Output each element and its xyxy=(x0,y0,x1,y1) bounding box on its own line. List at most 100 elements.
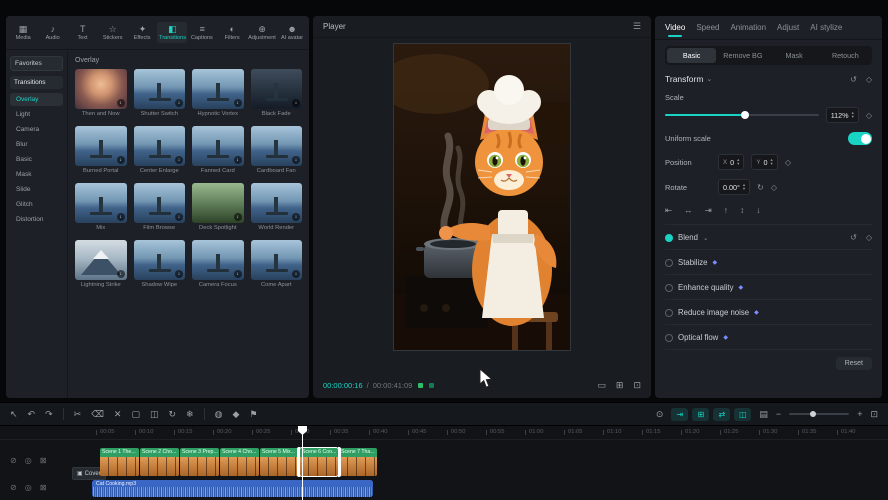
auto-snap-button[interactable]: ⊞ xyxy=(692,408,709,421)
media-tab-effects[interactable]: ✦Effects xyxy=(128,22,158,43)
delete-left-icon[interactable]: ⌫ xyxy=(91,409,104,420)
sidebar-item-favorites[interactable]: Favorites xyxy=(10,56,63,71)
tab-speed[interactable]: Speed xyxy=(696,17,719,38)
reset-icon[interactable]: ↺ xyxy=(850,233,857,242)
hide-icon[interactable]: ◎ xyxy=(25,456,32,465)
align-top-icon[interactable]: ↑ xyxy=(724,205,728,216)
transition-item-shadow-wipe[interactable]: ↓Shadow Wipe xyxy=(134,240,186,288)
clip-scene-7-tha[interactable]: Scene 7 Tha... xyxy=(339,448,377,476)
mask-icon[interactable]: ◍ xyxy=(215,409,223,420)
uniform-scale-toggle[interactable] xyxy=(848,132,872,145)
tab-animation[interactable]: Animation xyxy=(730,17,766,38)
mute-icon[interactable]: ⊘ xyxy=(10,483,17,492)
transition-item-camera-focus[interactable]: ↓Camera Focus xyxy=(192,240,244,288)
zoom-out-icon[interactable]: − xyxy=(776,409,781,419)
link-button[interactable]: ⇄ xyxy=(713,408,730,421)
transition-item-mix[interactable]: ↓Mix xyxy=(75,183,127,231)
fullscreen-icon[interactable]: ⊡ xyxy=(633,380,641,391)
media-tab-transitions[interactable]: ◧Transitions xyxy=(157,22,187,43)
section-reduce-image-noise[interactable]: Reduce image noise◆ xyxy=(665,299,872,324)
download-icon[interactable]: ↓ xyxy=(292,270,300,278)
transition-item-lightning-strike[interactable]: ↓Lightning Strike xyxy=(75,240,127,288)
clip-scene-3-prep[interactable]: Scene 3 Prep... xyxy=(180,448,219,476)
keyframe-icon[interactable]: ◇ xyxy=(866,111,872,120)
keyframe-icon[interactable]: ◆ xyxy=(232,409,239,420)
preview-button[interactable]: ◫ xyxy=(734,408,751,421)
video-preview[interactable] xyxy=(394,44,570,350)
download-icon[interactable]: ↓ xyxy=(175,213,183,221)
clip-scene-5-mix[interactable]: Scene 5 Mix... xyxy=(260,448,299,476)
unchecked-circle-icon[interactable] xyxy=(665,284,673,292)
download-icon[interactable]: ↓ xyxy=(175,156,183,164)
grid-icon[interactable]: ⊞ xyxy=(616,380,624,391)
subtab-retouch[interactable]: Retouch xyxy=(821,48,870,63)
media-tab-media[interactable]: ▦Media xyxy=(8,22,38,43)
fit-timeline-icon[interactable]: ⊡ xyxy=(870,409,878,420)
align-bottom-icon[interactable]: ↓ xyxy=(756,205,760,216)
voiceover-mic-icon[interactable]: ⊙ xyxy=(656,409,664,420)
transform-title[interactable]: Transform xyxy=(665,74,703,84)
section-optical-flow[interactable]: Optical flow◆ xyxy=(665,324,872,349)
media-tab-audio[interactable]: ♪Audio xyxy=(38,22,68,43)
download-icon[interactable]: ↓ xyxy=(117,99,125,107)
align-center-horizontal-icon[interactable]: ↔ xyxy=(684,205,693,216)
download-icon[interactable]: ↓ xyxy=(117,156,125,164)
lock-icon[interactable]: ⊠ xyxy=(40,456,47,465)
marker-icon[interactable]: ⚑ xyxy=(249,409,257,420)
keyframe-icon[interactable]: ◇ xyxy=(771,183,777,192)
sidebar-item-basic[interactable]: Basic xyxy=(10,153,63,166)
mute-icon[interactable]: ⊘ xyxy=(10,456,17,465)
download-icon[interactable]: ↓ xyxy=(292,156,300,164)
clip-scene-2-cho[interactable]: Scene 2 Cho... xyxy=(140,448,179,476)
clip-scene-6-coo[interactable]: Scene 6 Coo... xyxy=(300,448,338,476)
zoom-in-icon[interactable]: + xyxy=(857,409,862,419)
main-track-button[interactable]: ⇥ xyxy=(671,408,688,421)
freeze-frame-icon[interactable]: ❄ xyxy=(186,409,194,420)
keyframe-icon[interactable]: ◇ xyxy=(866,233,872,242)
transition-item-cardboard-fan[interactable]: ↓Cardboard Fan xyxy=(251,126,303,174)
rotate-icon[interactable]: ↻ xyxy=(169,409,177,420)
download-icon[interactable]: ↓ xyxy=(234,270,242,278)
transition-item-then-and-now[interactable]: ↓Then and Now xyxy=(75,69,127,117)
media-tab-captions[interactable]: ≡Captions xyxy=(187,22,217,43)
monitor-icon[interactable]: ▤ xyxy=(759,409,768,420)
tab-video[interactable]: Video xyxy=(665,17,685,38)
tab-adjust[interactable]: Adjust xyxy=(777,17,799,38)
transition-item-come-apart[interactable]: ↓Come Apart xyxy=(251,240,303,288)
timeline-zoom-slider[interactable] xyxy=(789,409,849,419)
transition-item-film-browse[interactable]: ↓Film Browse xyxy=(134,183,186,231)
media-tab-stickers[interactable]: ☆Stickers xyxy=(98,22,128,43)
split-icon[interactable]: ✂ xyxy=(74,409,82,420)
transition-item-center-enlarge[interactable]: ↓Center Enlarge xyxy=(134,126,186,174)
reset-button[interactable]: Reset xyxy=(836,357,872,370)
section-stabilize[interactable]: Stabilize◆ xyxy=(665,249,872,274)
undo-icon[interactable]: ↶ xyxy=(28,409,36,420)
transition-item-burned-portal[interactable]: ↓Burned Portal xyxy=(75,126,127,174)
position-y-stepper[interactable]: Y 0 ▴▾ xyxy=(751,154,777,170)
media-tab-text[interactable]: TText xyxy=(68,22,98,43)
sidebar-item-camera[interactable]: Camera xyxy=(10,123,63,136)
timeline-ruler[interactable]: 00:0500:1000:1500:2000:2500:3000:3500:40… xyxy=(0,426,888,440)
download-icon[interactable]: ↓ xyxy=(234,156,242,164)
unchecked-circle-icon[interactable] xyxy=(665,334,673,342)
rotate-dial-icon[interactable]: ↻ xyxy=(757,183,764,192)
transition-item-deck-spotlight[interactable]: ↓Deck Spotlight xyxy=(192,183,244,231)
lock-icon[interactable]: ⊠ xyxy=(40,483,47,492)
clip-scene-4-cho[interactable]: Scene 4 Cho... xyxy=(220,448,259,476)
sidebar-item-mask[interactable]: Mask xyxy=(10,168,63,181)
transition-item-hypnotic-vortex[interactable]: ↓Hypnotic Vortex xyxy=(192,69,244,117)
checked-circle-icon[interactable] xyxy=(665,234,673,242)
unchecked-circle-icon[interactable] xyxy=(665,309,673,317)
delete-icon[interactable]: ✕ xyxy=(114,409,122,420)
media-tab-ai-avatar[interactable]: ☻AI avatar xyxy=(277,22,307,43)
scale-slider[interactable] xyxy=(665,110,819,120)
scale-value-stepper[interactable]: 112% ▴▾ xyxy=(826,107,859,123)
subtab-remove-bg[interactable]: Remove BG xyxy=(718,48,767,63)
section-blend[interactable]: Blend⌄↺◇ xyxy=(665,224,872,249)
download-icon[interactable]: ↓ xyxy=(175,99,183,107)
align-right-icon[interactable]: ⇥ xyxy=(705,205,712,216)
media-tab-adjustment[interactable]: ⊕Adjustment xyxy=(247,22,277,43)
download-icon[interactable]: ↓ xyxy=(292,99,300,107)
sidebar-item-glitch[interactable]: Glitch xyxy=(10,198,63,211)
reset-icon[interactable]: ↺ xyxy=(850,75,857,84)
